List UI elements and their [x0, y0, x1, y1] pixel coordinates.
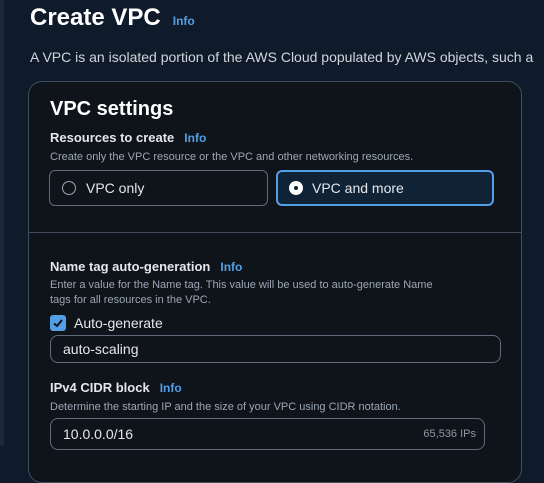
option-vpc-only[interactable]: VPC only	[49, 170, 268, 206]
page-title: Create VPC	[30, 4, 161, 31]
name-tag-input[interactable]: auto-scaling	[50, 335, 501, 363]
option-vpc-only-label: VPC only	[86, 180, 145, 196]
page-description: A VPC is an isolated portion of the AWS …	[30, 49, 534, 65]
page-info-link[interactable]: Info	[173, 14, 195, 28]
resources-help: Create only the VPC resource or the VPC …	[50, 151, 414, 163]
radio-unselected-icon[interactable]	[62, 181, 76, 195]
section-divider	[29, 232, 521, 233]
option-vpc-and-more-label: VPC and more	[312, 180, 404, 196]
auto-generate-row[interactable]: Auto-generate	[50, 315, 163, 331]
ipv4-label-row: IPv4 CIDR block Info	[50, 380, 182, 395]
name-tag-help-2: tags for all resources in the VPC.	[50, 294, 211, 306]
name-tag-help-1: Enter a value for the Name tag. This val…	[50, 279, 433, 291]
auto-generate-label: Auto-generate	[74, 315, 163, 331]
ipv4-help: Determine the starting IP and the size o…	[50, 401, 401, 413]
resources-label: Resources to create	[50, 130, 175, 145]
ipv4-cidr-input[interactable]: 10.0.0.0/16 65,536 IPs	[50, 418, 485, 450]
resources-info-link[interactable]: Info	[184, 131, 206, 145]
vpc-settings-heading: VPC settings	[50, 98, 174, 120]
vpc-settings-panel: VPC settings Resources to create Info Cr…	[28, 81, 522, 483]
ip-count: 65,536 IPs	[423, 428, 476, 440]
resources-label-row: Resources to create Info	[50, 130, 206, 145]
option-vpc-and-more[interactable]: VPC and more	[276, 170, 494, 206]
checkbox-checked-icon[interactable]	[50, 315, 66, 331]
radio-selected-icon[interactable]	[290, 182, 302, 194]
ipv4-cidr-value: 10.0.0.0/16	[63, 426, 134, 442]
ipv4-info-link[interactable]: Info	[160, 381, 182, 395]
name-tag-info-link[interactable]: Info	[220, 260, 242, 274]
name-tag-value: auto-scaling	[63, 341, 139, 357]
name-tag-label: Name tag auto-generation	[50, 259, 211, 274]
left-edge-strip	[0, 0, 4, 446]
page-header: Create VPC Info	[30, 4, 195, 32]
ipv4-label: IPv4 CIDR block	[50, 380, 150, 395]
name-tag-label-row: Name tag auto-generation Info	[50, 259, 242, 274]
